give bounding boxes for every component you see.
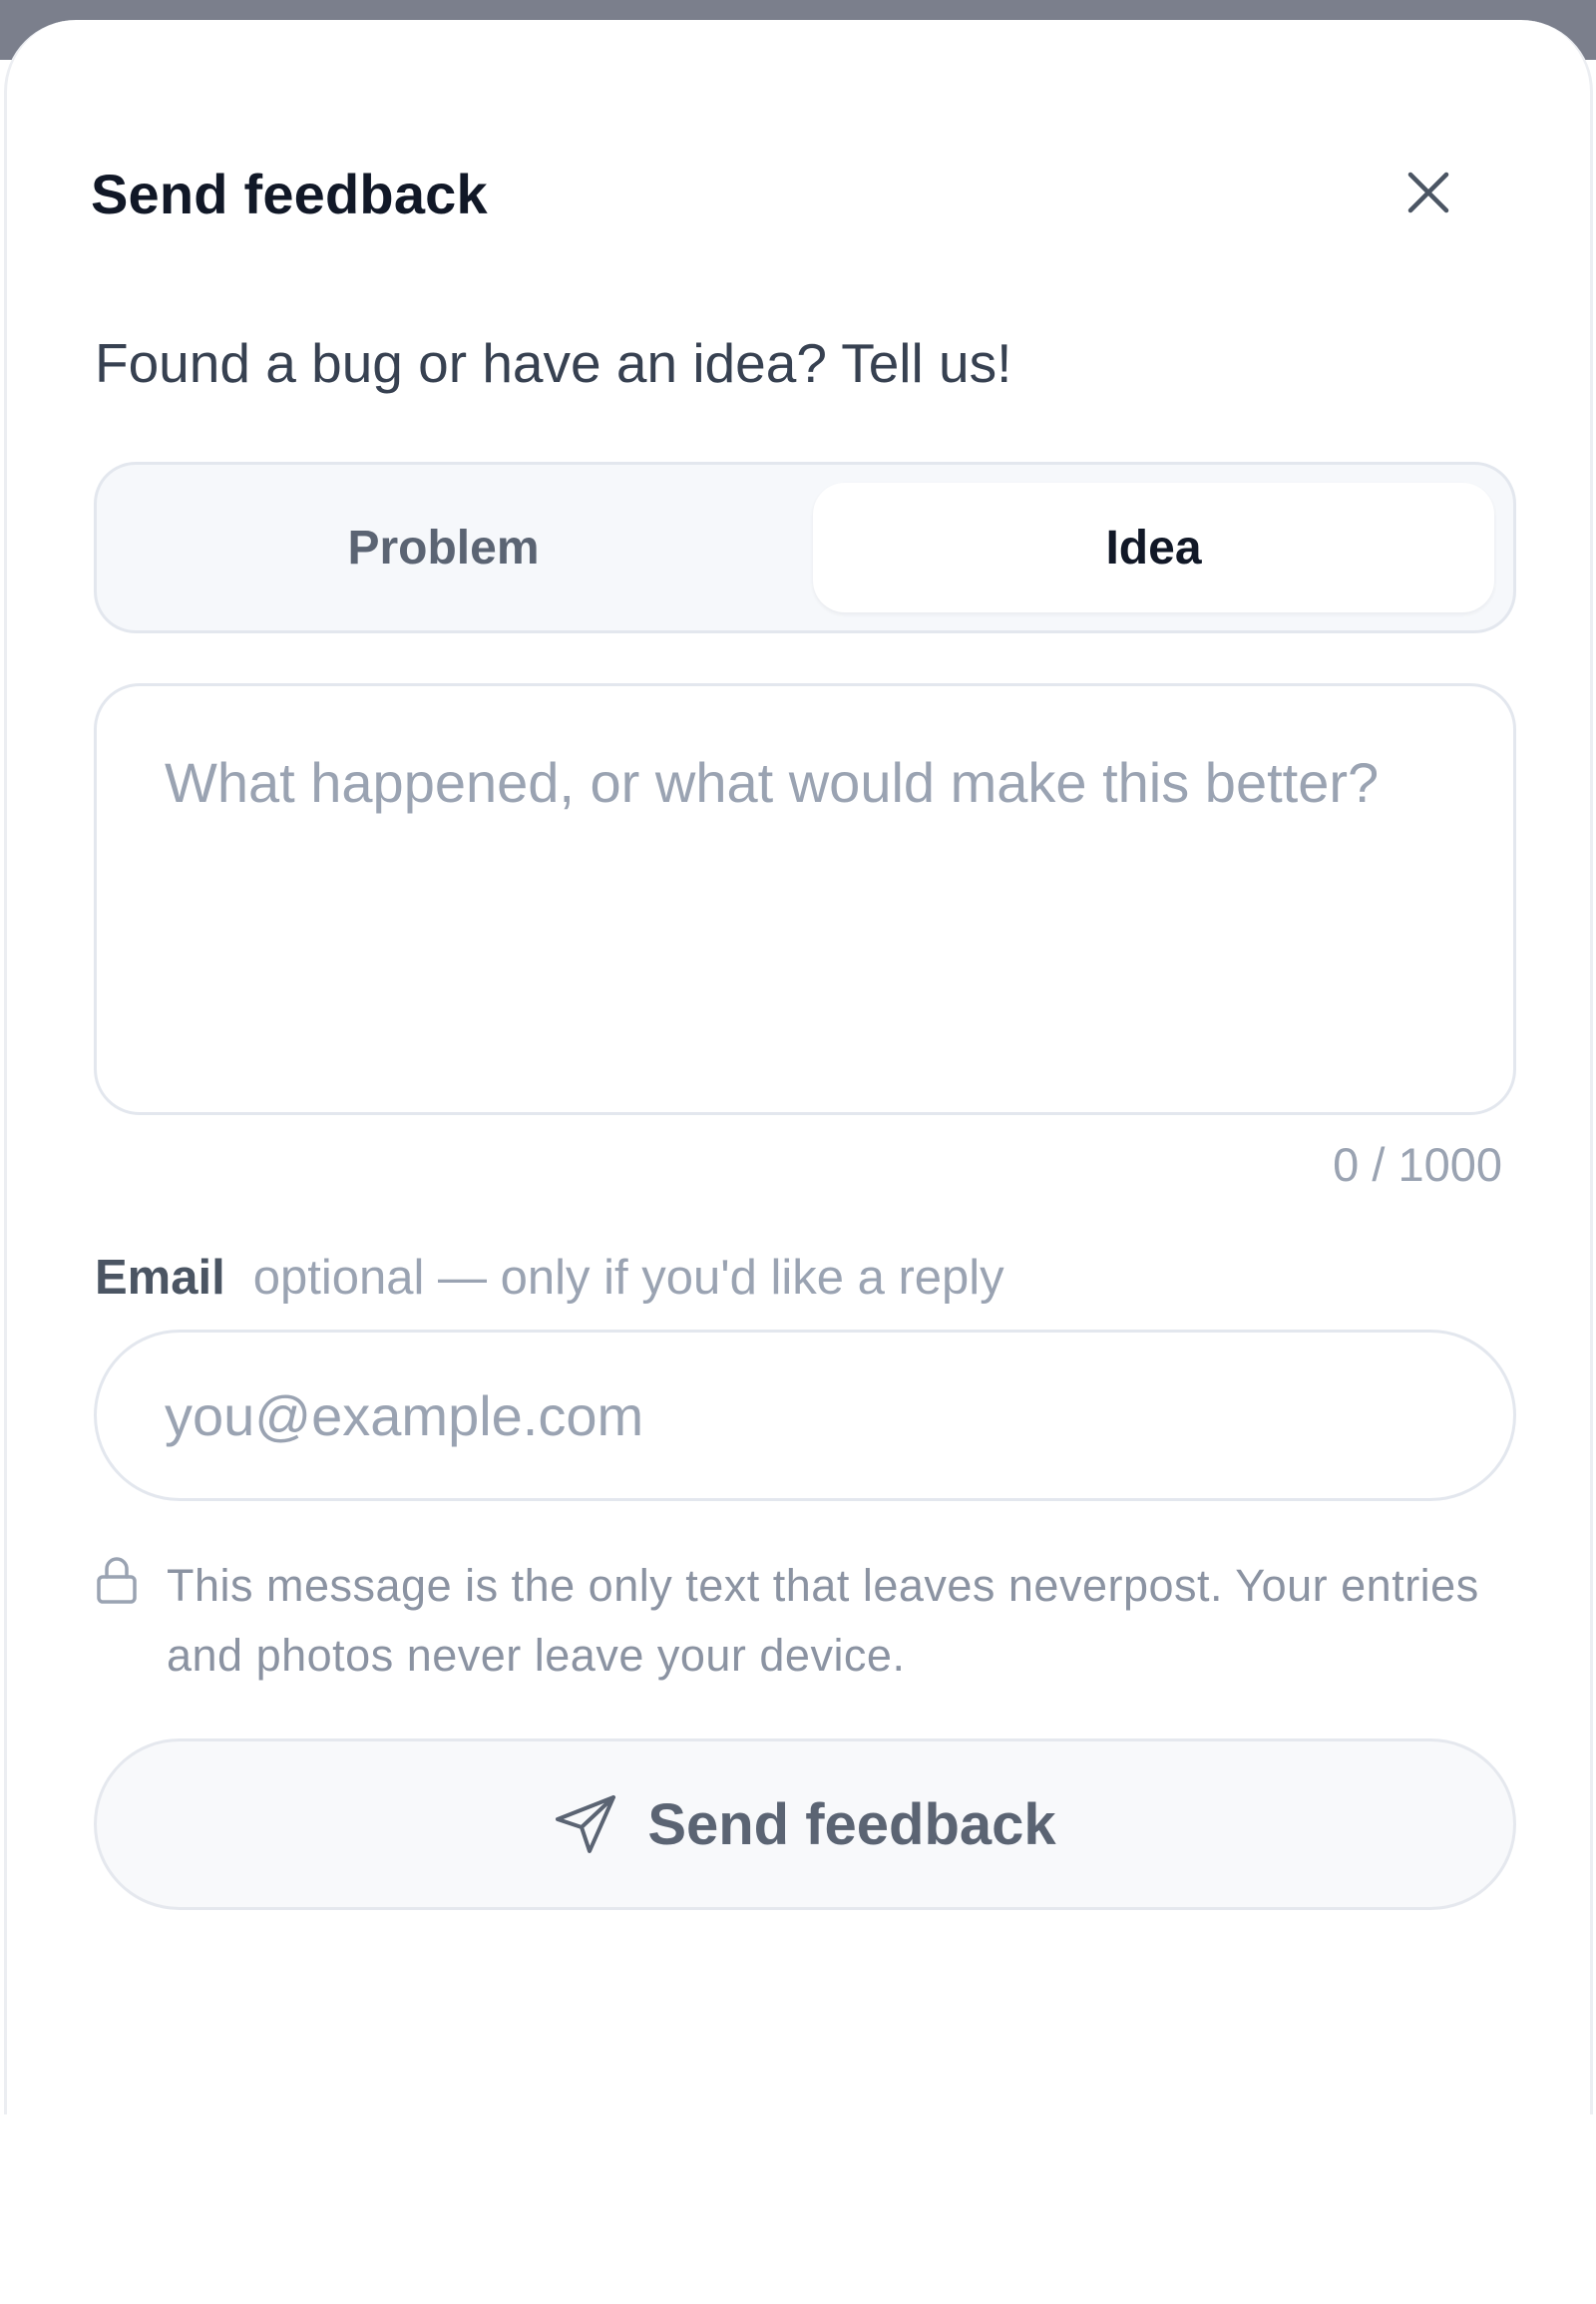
email-label: Email optional — only if you'd like a re…: [95, 1250, 1004, 1306]
feedback-message-input[interactable]: What happened, or what would make this b…: [94, 683, 1516, 1115]
send-feedback-button[interactable]: Send feedback: [94, 1738, 1516, 1910]
email-label-text: Email: [95, 1251, 225, 1305]
segment-idea[interactable]: Idea: [813, 483, 1494, 612]
privacy-note-text: This message is the only text that leave…: [167, 1560, 1479, 1681]
feedback-type-toggle: Problem Idea: [94, 462, 1516, 633]
close-icon: [1407, 172, 1449, 213]
close-button[interactable]: [1394, 158, 1463, 227]
feedback-sheet: Send feedback Found a bug or have an ide…: [4, 20, 1593, 2114]
dialog-title: Send feedback: [91, 163, 488, 225]
email-placeholder: you@example.com: [165, 1383, 644, 1447]
character-counter: 0 / 1000: [1333, 1138, 1502, 1191]
email-optional-hint: optional — only if you'd like a reply: [252, 1251, 1004, 1305]
send-icon: [556, 1795, 616, 1853]
lock-icon: [97, 1557, 137, 1604]
dialog-header: Send feedback: [91, 138, 1487, 247]
email-field[interactable]: you@example.com: [94, 1330, 1516, 1501]
dialog-subtitle: Found a bug or have an idea? Tell us!: [95, 332, 1012, 394]
segment-problem[interactable]: Problem: [103, 483, 784, 612]
send-feedback-label: Send feedback: [647, 1791, 1056, 1857]
